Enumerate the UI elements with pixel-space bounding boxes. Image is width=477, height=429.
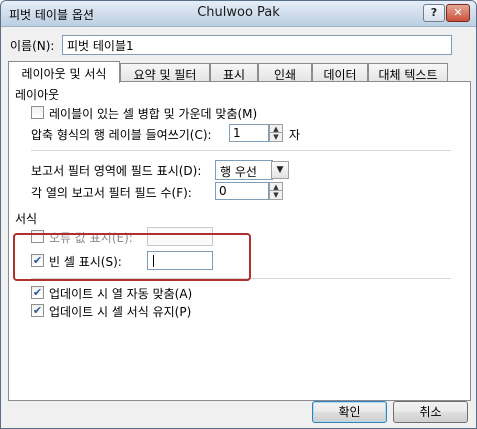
pivot-options-dialog: 피벗 테이블 옵션 Chulwoo Pak ? ✕ 이름(N): 피벗 테이블1… — [0, 0, 477, 429]
preserve-formatting-checkbox[interactable] — [31, 304, 44, 317]
tab-layout-format[interactable]: 레이아웃 및 서식 — [8, 61, 120, 83]
autofit-columns-label: 업데이트 시 열 자동 맞춤(A) — [49, 287, 193, 301]
dialog-body: 이름(N): 피벗 테이블1 레이아웃 및 서식 요약 및 필터 표시 인쇄 데… — [1, 27, 476, 428]
report-filter-count-input[interactable]: 0 — [215, 182, 269, 200]
indent-unit: 자 — [289, 128, 301, 142]
tab-display[interactable]: 표시 — [210, 63, 258, 82]
spin-down-icon[interactable]: ▼ — [270, 191, 282, 199]
name-input[interactable]: 피벗 테이블1 — [62, 35, 452, 55]
highlight-annotation — [13, 233, 251, 281]
tab-alt-text[interactable]: 대체 텍스트 — [368, 63, 448, 82]
spin-up-icon[interactable]: ▲ — [270, 183, 282, 191]
spin-up-icon[interactable]: ▲ — [270, 125, 282, 133]
ok-button[interactable]: 확인 — [312, 401, 387, 423]
tab-strip: 레이아웃 및 서식 요약 및 필터 표시 인쇄 데이터 대체 텍스트 — [8, 61, 471, 83]
name-row: 이름(N): 피벗 테이블1 — [8, 35, 471, 55]
layout-section-title: 레이아웃 — [15, 88, 60, 102]
merge-center-checkbox[interactable] — [31, 106, 44, 119]
tab-data[interactable]: 데이터 — [312, 63, 368, 82]
cancel-button[interactable]: 취소 — [393, 401, 468, 423]
tab-totals-filters[interactable]: 요약 및 필터 — [120, 63, 210, 82]
close-button[interactable]: ✕ — [446, 4, 470, 22]
format-section-title: 서식 — [15, 212, 38, 226]
merge-center-label: 레이블이 있는 셀 병합 및 가운데 맞춤(M) — [49, 107, 258, 121]
tab-printing[interactable]: 인쇄 — [258, 63, 312, 82]
window-caption: Chulwoo Pak — [197, 5, 280, 20]
autofit-columns-checkbox[interactable] — [31, 286, 44, 299]
report-filter-area-select[interactable]: 행 우선 — [215, 160, 273, 180]
name-label: 이름(N): — [10, 39, 55, 53]
report-filter-count-spinner[interactable]: ▲ ▼ — [269, 182, 283, 200]
indent-input[interactable]: 1 — [229, 124, 269, 142]
spin-down-icon[interactable]: ▼ — [270, 133, 282, 141]
report-filter-count-label: 각 열의 보고서 필터 필드 수(F): — [31, 186, 192, 200]
chevron-down-icon[interactable]: ▼ — [271, 161, 289, 179]
indent-spinner[interactable]: ▲ ▼ — [269, 124, 283, 142]
report-filter-area-label: 보고서 필터 영역에 필드 표시(D): — [31, 164, 202, 178]
title-bar[interactable]: 피벗 테이블 옵션 Chulwoo Pak ? ✕ — [1, 1, 476, 27]
divider — [31, 150, 451, 151]
indent-label: 압축 형식의 행 레이블 들여쓰기(C): — [31, 128, 212, 142]
preserve-formatting-label: 업데이트 시 셀 서식 유지(P) — [49, 305, 192, 319]
help-button[interactable]: ? — [423, 4, 445, 22]
